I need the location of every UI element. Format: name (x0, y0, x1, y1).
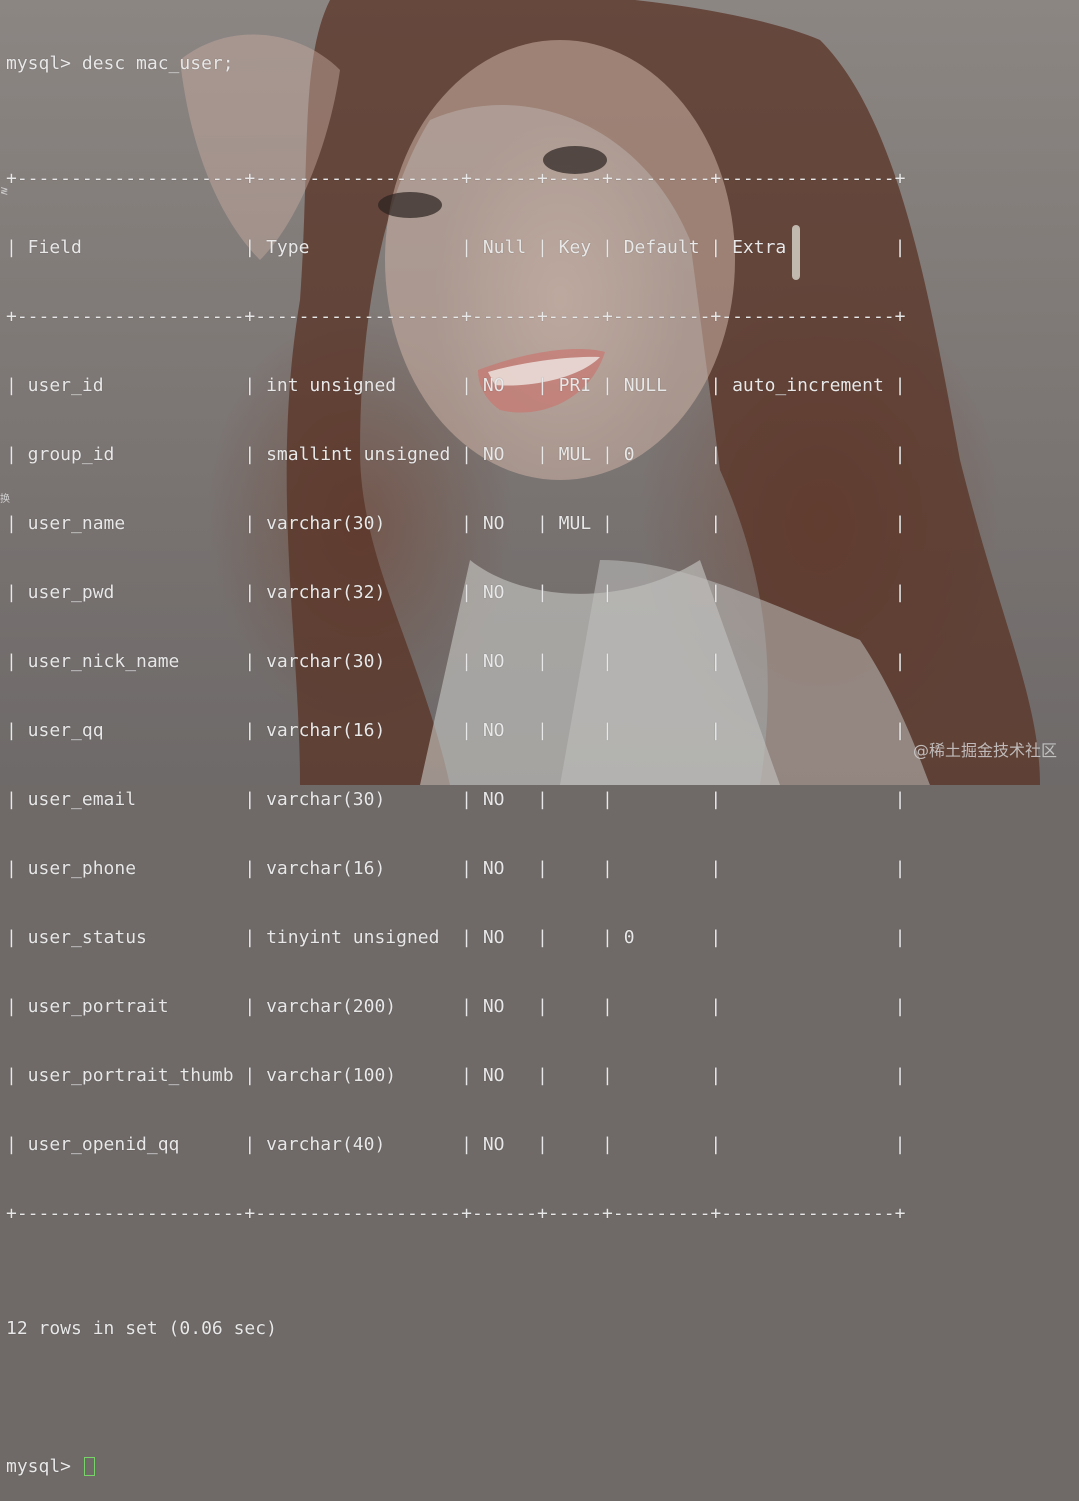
table-row: | user_openid_qq | varchar(40) | NO | | … (6, 1134, 906, 1155)
result-summary: 12 rows in set (0.06 sec) (6, 1318, 277, 1339)
table-border: +---------------------+-----------------… (6, 306, 906, 327)
table-border: +---------------------+-----------------… (6, 168, 906, 189)
command-line: mysql> desc mac_user; (6, 53, 234, 74)
table-row: | user_email | varchar(30) | NO | | | | (6, 789, 906, 810)
table-row: | user_pwd | varchar(32) | NO | | | | (6, 582, 906, 603)
prompt-text: mysql> (6, 1456, 82, 1477)
terminal-output[interactable]: mysql> desc mac_user; +-----------------… (6, 6, 905, 1501)
table-row: | user_portrait_thumb | varchar(100) | N… (6, 1065, 906, 1086)
table-row: | user_qq | varchar(16) | NO | | | | (6, 720, 906, 741)
site-watermark: @稀土掘金技术社区 (912, 741, 1057, 760)
table-row: | user_status | tinyint unsigned | NO | … (6, 927, 906, 948)
table-row: | user_id | int unsigned | NO | PRI | NU… (6, 375, 906, 396)
table-header: | Field | Type | Null | Key | Default | … (6, 237, 906, 258)
prompt-line[interactable]: mysql> (6, 1455, 905, 1478)
table-row: | user_nick_name | varchar(30) | NO | | … (6, 651, 906, 672)
table-row: | group_id | smallint unsigned | NO | MU… (6, 444, 906, 465)
table-row: | user_portrait | varchar(200) | NO | | … (6, 996, 906, 1017)
table-row: | user_phone | varchar(16) | NO | | | | (6, 858, 906, 879)
describe-table: +---------------------+-----------------… (6, 121, 905, 1271)
cursor-block[interactable] (83, 1457, 95, 1476)
table-row: | user_name | varchar(30) | NO | MUL | |… (6, 513, 906, 534)
table-border: +---------------------+-----------------… (6, 1203, 906, 1224)
